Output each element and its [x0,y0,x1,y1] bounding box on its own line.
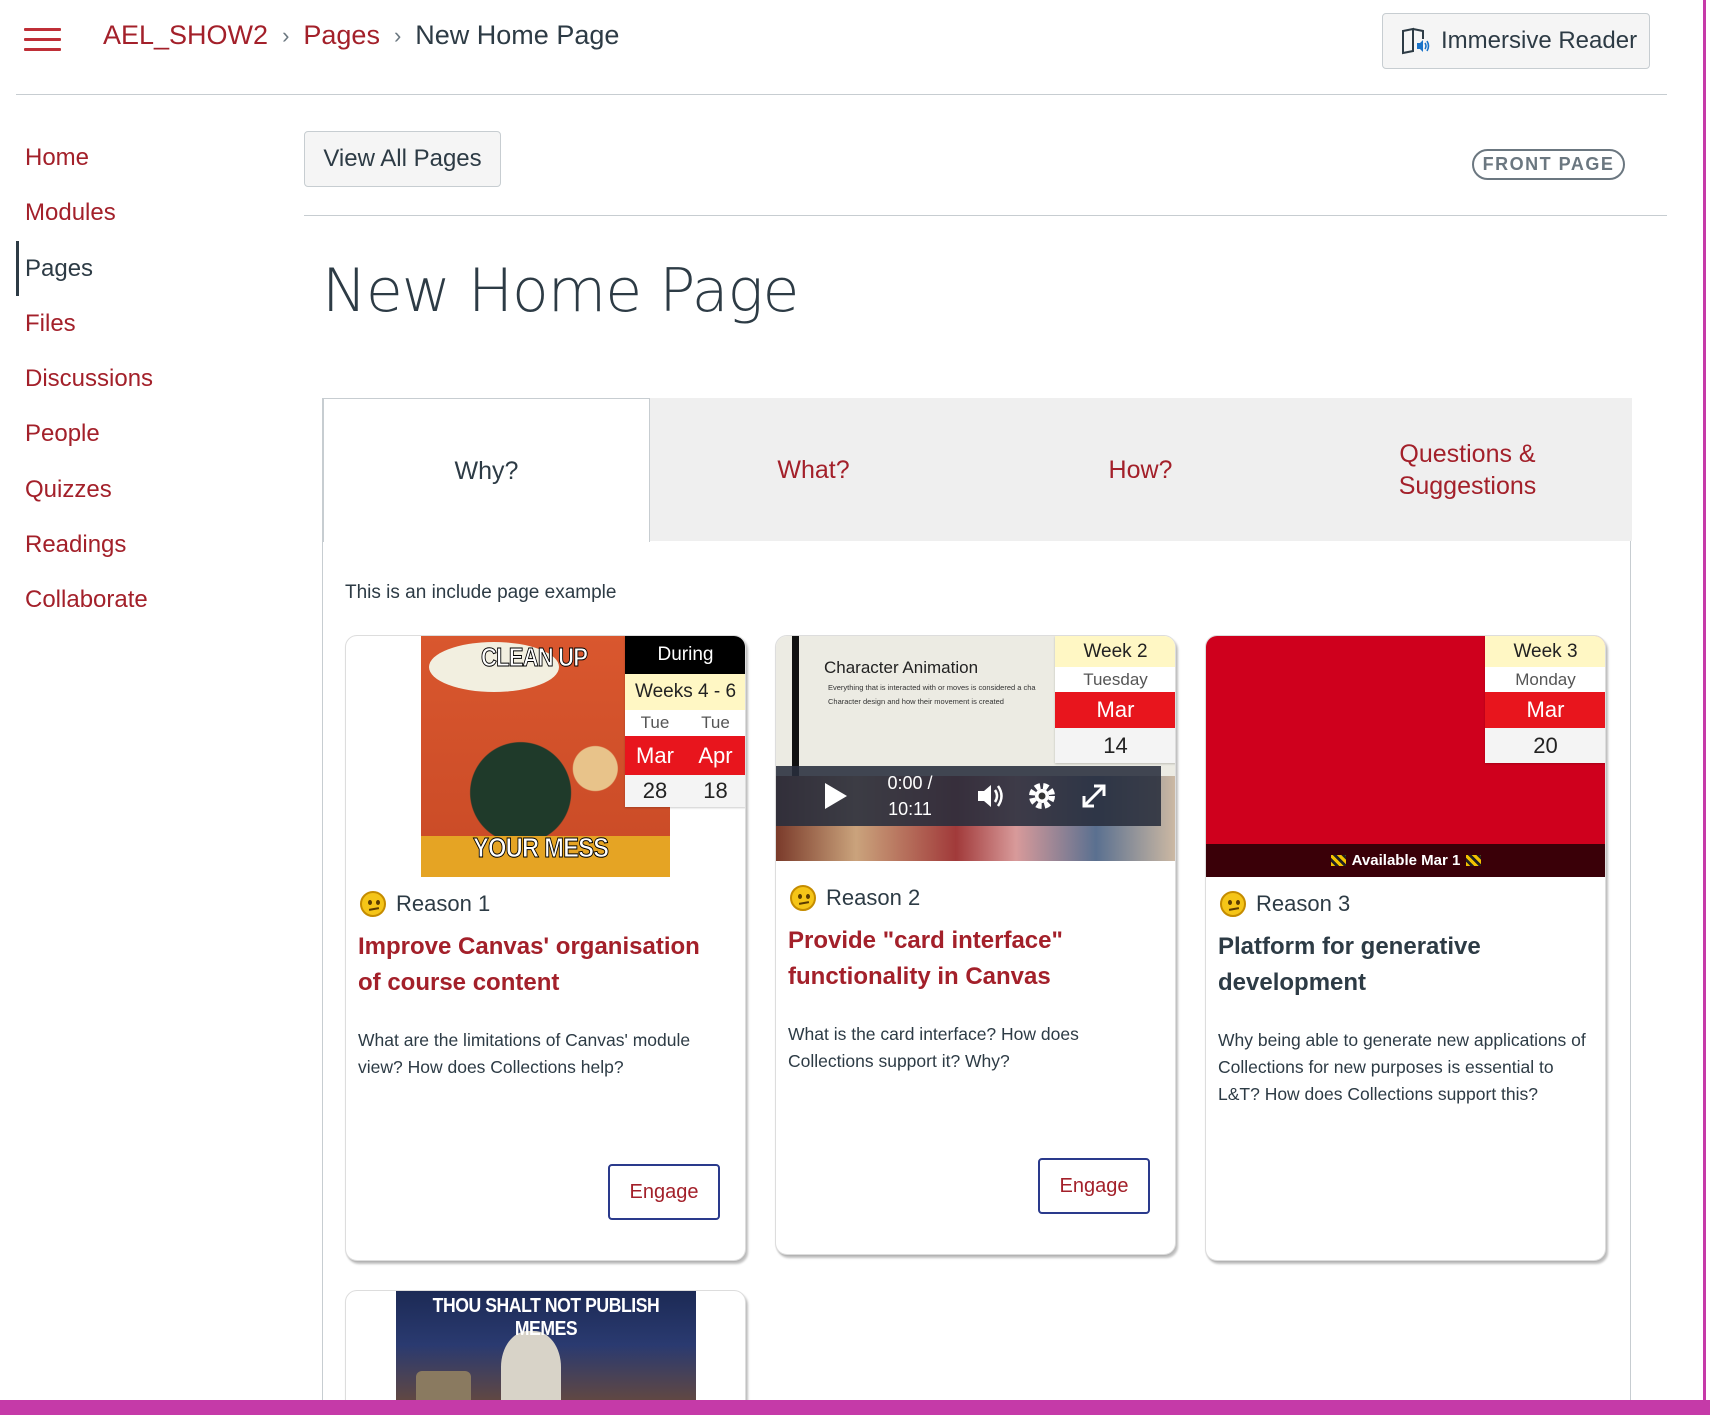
page-title: New Home Page [322,256,799,326]
nav-item-modules[interactable]: Modules [16,185,256,240]
meme-caption: THOU SHALT NOT PUBLISH MEMES [432,1295,660,1340]
nav-item-pages[interactable]: Pages [16,240,256,296]
card-description: What are the limitations of Canvas' modu… [358,1030,691,1077]
badge-day-end: Tue [685,710,745,736]
engage-button[interactable]: Engage [1038,1158,1150,1214]
window-edge [1703,0,1706,1415]
meme-caption-top: CLEAN UP [481,642,589,673]
tab-how[interactable]: How? [977,398,1304,541]
breadcrumb-course[interactable]: AEL_SHOW2 [103,20,268,51]
view-all-pages-button[interactable]: View All Pages [304,131,501,187]
divider [304,215,1667,216]
nav-item-discussions[interactable]: Discussions [16,351,256,406]
construction-icon [1466,855,1482,866]
badge-month: Mar [1055,692,1175,728]
date-badge: Week 2 Tuesday Mar 14 [1055,636,1175,763]
immersive-reader-label: Immersive Reader [1441,27,1638,54]
front-page-badge: FRONT PAGE [1472,149,1625,180]
badge-month: Mar [1485,692,1605,728]
card-reason-1: CLEAN UP YOUR MESS During Weeks 4 - 6 Tu… [345,635,746,1261]
badge-day: Monday [1485,667,1605,692]
immersive-reader-icon [1402,27,1430,55]
course-header: AEL_SHOW2 › Pages › New Home Page Immers… [16,0,1667,95]
slide-title: Character Animation [824,658,979,677]
card-title[interactable]: Improve Canvas' organisation of course c… [358,929,728,1001]
breadcrumb: AEL_SHOW2 › Pages › New Home Page [103,20,619,51]
badge-date-end: 18 [685,775,745,807]
nav-item-home[interactable]: Home [16,130,256,185]
play-icon[interactable] [806,766,866,826]
tab-questions-suggestions[interactable]: Questions & Suggestions [1304,398,1631,541]
card-description: Why being able to generate new applicati… [1218,1030,1586,1104]
thinking-face-icon [1220,891,1246,917]
badge-days: Tue Tue [625,710,745,736]
chevron-right-icon: › [282,22,290,48]
immersive-reader-button[interactable]: Immersive Reader [1382,13,1650,69]
badge-date: 14 [1055,728,1175,763]
card-reason-4: THOU SHALT NOT PUBLISH MEMES [345,1290,746,1415]
video-current-time: 0:00 / [887,773,933,793]
settings-gear-icon[interactable] [1016,770,1068,822]
badge-weeks: Weeks 4 - 6 [625,674,745,710]
nav-item-readings[interactable]: Readings [16,517,256,572]
reason-text: Reason 1 [396,891,491,916]
fullscreen-icon[interactable] [1068,770,1120,822]
tab-what[interactable]: What? [650,398,977,541]
card-reason-label: Reason 1 [360,891,490,917]
window-edge-bottom [0,1400,1710,1415]
badge-during: During [625,636,745,674]
badge-day: Tuesday [1055,667,1175,692]
video-time: 0:00 / 10:11 [870,770,950,822]
card-title[interactable]: Provide "card interface" functionality i… [788,923,1088,995]
card-reason-2: Character Animation Everything that is i… [775,635,1176,1255]
volume-icon[interactable] [964,770,1016,822]
tab-why[interactable]: Why? [323,398,650,542]
hamburger-menu-icon[interactable] [24,26,61,54]
badge-dates: 28 18 [625,775,745,807]
availability-banner: Available Mar 1 [1206,844,1605,877]
card-reason-3: Available Mar 1 Week 3 Monday Mar 20 Rea… [1205,635,1606,1261]
engage-button[interactable]: Engage [608,1164,720,1220]
badge-month-start: Mar [625,736,685,775]
availability-text: Available Mar 1 [1351,852,1461,869]
meme-caption-bottom: YOUR MESS [473,832,610,864]
chevron-right-icon: › [393,22,402,48]
breadcrumb-pages[interactable]: Pages [303,20,380,51]
nav-item-files[interactable]: Files [16,296,256,351]
slide-bullet-2: Character design and how their movement … [828,697,1004,706]
date-badge-range: During Weeks 4 - 6 Tue Tue Mar Apr 28 18 [625,636,745,807]
card-reason-label: Reason 3 [1220,891,1350,917]
badge-months: Mar Apr [625,736,745,775]
include-note: This is an include page example [345,582,617,603]
course-nav: Home Modules Pages Files Discussions Peo… [16,130,256,628]
card-reason-label: Reason 2 [790,885,920,911]
badge-month-end: Apr [685,736,745,775]
tab-questions-label: Questions & Suggestions [1398,439,1537,500]
badge-date: 20 [1485,728,1605,763]
reason-text: Reason 2 [826,885,921,910]
badge-week: Week 2 [1055,636,1175,667]
badge-week: Week 3 [1485,636,1605,667]
nav-item-collaborate[interactable]: Collaborate [16,572,256,627]
video-controls: 0:00 / 10:11 [776,766,1161,826]
card-image-meme: THOU SHALT NOT PUBLISH MEMES [396,1291,696,1411]
reason-text: Reason 3 [1256,891,1351,916]
construction-icon [1330,855,1346,866]
thinking-face-icon [790,885,816,911]
video-duration: 10:11 [888,799,932,819]
nav-item-quizzes[interactable]: Quizzes [16,462,256,517]
breadcrumb-current: New Home Page [415,20,620,50]
tabs-panel: Why? What? How? Questions & Suggestions … [322,398,1632,1415]
slide-bullet-1: Everything that is interacted with or mo… [828,683,1036,692]
badge-day-start: Tue [625,710,685,736]
card-description: What is the card interface? How does Col… [788,1024,1079,1071]
nav-item-people[interactable]: People [16,406,256,461]
tab-bar: Why? What? How? Questions & Suggestions [323,398,1632,542]
thinking-face-icon [360,891,386,917]
badge-date-start: 28 [625,775,685,807]
card-title: Platform for generative development [1218,933,1481,996]
date-badge: Week 3 Monday Mar 20 [1485,636,1605,763]
